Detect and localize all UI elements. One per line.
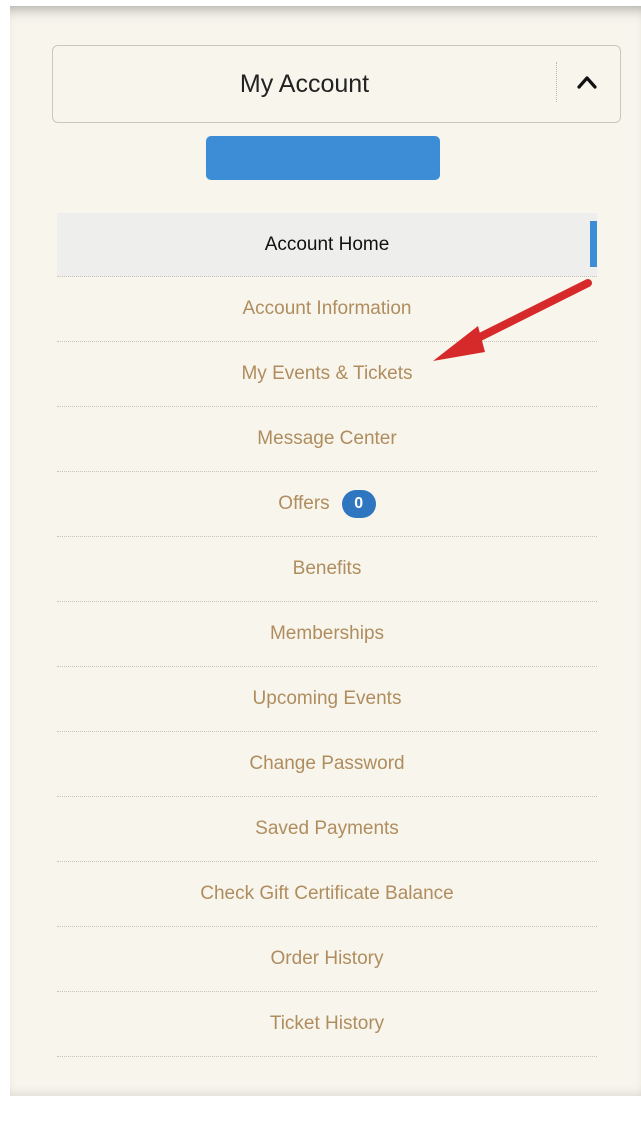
menu-item-label: Upcoming Events — [252, 688, 402, 709]
menu-item-message-center[interactable]: Message Center — [57, 407, 597, 472]
menu-item-saved-payments[interactable]: Saved Payments — [57, 797, 597, 862]
menu-item-change-password[interactable]: Change Password — [57, 732, 597, 797]
menu-item-upcoming-events[interactable]: Upcoming Events — [57, 667, 597, 732]
menu-item-ticket-history[interactable]: Ticket History — [57, 992, 597, 1057]
menu-item-offers[interactable]: Offers 0 — [57, 472, 597, 537]
menu-item-gift-certificate-balance[interactable]: Check Gift Certificate Balance — [57, 862, 597, 927]
account-title: My Account — [239, 70, 370, 98]
menu-item-label: Ticket History — [269, 1013, 385, 1034]
menu-item-account-home[interactable]: Account Home — [57, 213, 597, 277]
menu-item-memberships[interactable]: Memberships — [57, 602, 597, 667]
account-menu: Account Home Account Information My Even… — [57, 213, 597, 1057]
menu-item-account-information[interactable]: Account Information — [57, 277, 597, 342]
menu-item-label: Account Home — [264, 233, 390, 255]
chevron-up-icon[interactable] — [576, 71, 598, 93]
my-account-header[interactable]: My Account — [52, 45, 621, 123]
header-divider — [556, 62, 557, 102]
menu-item-label: Order History — [270, 948, 384, 969]
active-indicator — [590, 221, 597, 267]
menu-item-label: Check Gift Certificate Balance — [200, 883, 454, 904]
menu-item-label: My Events & Tickets — [241, 363, 413, 384]
menu-item-label: Memberships — [269, 623, 385, 644]
menu-item-label: Account Information — [242, 298, 412, 319]
menu-item-label: Benefits — [292, 558, 362, 579]
offers-count-badge: 0 — [341, 490, 376, 518]
menu-item-benefits[interactable]: Benefits — [57, 537, 597, 602]
menu-item-order-history[interactable]: Order History — [57, 927, 597, 992]
menu-item-label: Saved Payments — [255, 818, 399, 839]
menu-item-label: Change Password — [249, 753, 405, 774]
menu-item-label: Message Center — [257, 428, 397, 449]
action-button[interactable] — [206, 136, 440, 180]
menu-item-label: Offers — [278, 493, 330, 514]
menu-item-my-events-tickets[interactable]: My Events & Tickets — [57, 342, 597, 407]
